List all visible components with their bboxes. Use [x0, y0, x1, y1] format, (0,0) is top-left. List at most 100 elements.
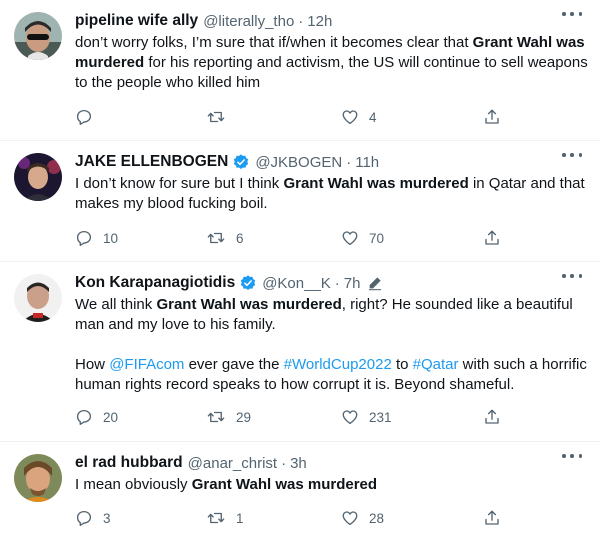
reply-count: 3: [103, 510, 111, 526]
share-button[interactable]: [483, 509, 501, 527]
tweet[interactable]: Kon Karapanagiotidis @Kon__K · 7h We all…: [0, 262, 600, 442]
highlighted-phrase: Grant Wahl was murdered: [191, 476, 378, 493]
tweet-text: We all think Grant Wahl was murdered, ri…: [75, 295, 588, 395]
timestamp[interactable]: 12h: [307, 13, 332, 30]
more-options-icon[interactable]: [562, 270, 582, 282]
more-options-icon[interactable]: [562, 149, 582, 161]
share-button[interactable]: [483, 108, 501, 126]
tweet-body: pipeline wife ally @literally_tho · 12h …: [75, 10, 588, 93]
tweet-header: el rad hubbard @anar_christ · 3h: [75, 452, 588, 474]
retweet-icon: [206, 108, 226, 126]
tweet-body: Kon Karapanagiotidis @Kon__K · 7h We all…: [75, 272, 588, 395]
reply-count: 10: [103, 230, 119, 246]
retweet-count: 1: [236, 510, 244, 526]
tweet-text-segment: How: [75, 356, 110, 373]
retweet-button[interactable]: 6: [206, 229, 244, 247]
reply-icon: [75, 509, 93, 527]
like-button[interactable]: 231: [341, 408, 392, 426]
retweet-icon: [206, 408, 226, 426]
tweet-header: Kon Karapanagiotidis @Kon__K · 7h: [75, 272, 588, 294]
like-icon: [341, 408, 359, 426]
share-icon: [483, 108, 501, 126]
tweet-actions: 3 1 28: [75, 508, 515, 528]
more-options-icon[interactable]: [562, 450, 582, 462]
tweet-text: don’t worry folks, I’m sure that if/when…: [75, 33, 588, 93]
more-options-icon[interactable]: [562, 8, 582, 20]
tweet-text-segment: ever gave the: [184, 356, 284, 373]
share-button[interactable]: [483, 229, 501, 247]
paragraph-break: [75, 335, 588, 355]
display-name[interactable]: Kon Karapanagiotidis: [75, 274, 235, 292]
handle[interactable]: @JKBOGEN: [255, 154, 342, 171]
like-icon: [341, 509, 359, 527]
edited-pencil-icon[interactable]: [367, 275, 383, 291]
handle[interactable]: @anar_christ: [188, 455, 277, 472]
tweet-actions: 4: [75, 107, 515, 127]
like-button[interactable]: 70: [341, 229, 384, 247]
hashtag-link[interactable]: #WorldCup2022: [284, 356, 392, 373]
reply-button[interactable]: 10: [75, 229, 118, 247]
share-icon: [483, 408, 501, 426]
tweet[interactable]: JAKE ELLENBOGEN @JKBOGEN · 11h I don’t k…: [0, 141, 600, 262]
tweet-actions: 10 6 70: [75, 228, 515, 248]
separator-dot: ·: [346, 153, 352, 171]
reply-button[interactable]: 3: [75, 509, 111, 527]
share-button[interactable]: [483, 408, 501, 426]
like-icon: [341, 108, 359, 126]
reply-icon: [75, 108, 93, 126]
retweet-count: 29: [236, 409, 252, 425]
tweet[interactable]: pipeline wife ally @literally_tho · 12h …: [0, 0, 600, 141]
reply-button[interactable]: 20: [75, 408, 118, 426]
avatar[interactable]: [14, 274, 62, 322]
tweet[interactable]: el rad hubbard @anar_christ · 3h I mean …: [0, 442, 600, 540]
avatar[interactable]: [14, 12, 62, 60]
timeline-feed: pipeline wife ally @literally_tho · 12h …: [0, 0, 600, 540]
like-button[interactable]: 4: [341, 108, 377, 126]
timestamp[interactable]: 11h: [355, 154, 379, 171]
handle[interactable]: @Kon__K: [262, 275, 331, 292]
timestamp[interactable]: 3h: [290, 455, 307, 472]
tweet-text: I mean obviously Grant Wahl was murdered: [75, 475, 588, 495]
verified-badge-icon: [239, 274, 257, 292]
separator-dot: ·: [298, 12, 304, 30]
like-button[interactable]: 28: [341, 509, 384, 527]
timestamp[interactable]: 7h: [344, 275, 361, 292]
reply-button[interactable]: [75, 108, 103, 126]
display-name[interactable]: pipeline wife ally: [75, 12, 198, 30]
share-icon: [483, 509, 501, 527]
tweet-actions: 20 29 231: [75, 407, 515, 427]
reply-count: 20: [103, 409, 119, 425]
like-count: 28: [369, 510, 385, 526]
retweet-button[interactable]: [206, 108, 236, 126]
reply-icon: [75, 408, 93, 426]
display-name[interactable]: JAKE ELLENBOGEN: [75, 153, 228, 171]
handle[interactable]: @literally_tho: [203, 13, 294, 30]
mention-link[interactable]: @FIFAcom: [109, 356, 184, 373]
retweet-icon: [206, 509, 226, 527]
like-icon: [341, 229, 359, 247]
separator-dot: ·: [334, 274, 340, 292]
reply-icon: [75, 229, 93, 247]
highlighted-phrase: Grant Wahl was murdered: [283, 175, 469, 192]
retweet-button[interactable]: 29: [206, 408, 251, 426]
tweet-text-segment: We all think: [75, 296, 157, 313]
tweet-text: I don’t know for sure but I think Grant …: [75, 174, 588, 214]
like-count: 4: [369, 109, 377, 125]
highlighted-phrase: Grant Wahl was murdered: [156, 296, 342, 313]
tweet-text-segment: I don’t know for sure but I think: [75, 175, 284, 192]
hashtag-link[interactable]: #Qatar: [413, 356, 459, 373]
separator-dot: ·: [281, 454, 287, 472]
share-icon: [483, 229, 501, 247]
avatar[interactable]: [14, 153, 62, 201]
tweet-body: JAKE ELLENBOGEN @JKBOGEN · 11h I don’t k…: [75, 151, 588, 214]
display-name[interactable]: el rad hubbard: [75, 454, 183, 472]
tweet-text-segment: for his reporting and activism, the US w…: [75, 54, 588, 91]
tweet-text-segment: I mean obviously: [75, 476, 192, 493]
retweet-count: 6: [236, 230, 244, 246]
avatar[interactable]: [14, 454, 62, 502]
verified-badge-icon: [232, 153, 250, 171]
retweet-icon: [206, 229, 226, 247]
like-count: 231: [369, 409, 392, 425]
tweet-header: JAKE ELLENBOGEN @JKBOGEN · 11h: [75, 151, 588, 173]
retweet-button[interactable]: 1: [206, 509, 244, 527]
